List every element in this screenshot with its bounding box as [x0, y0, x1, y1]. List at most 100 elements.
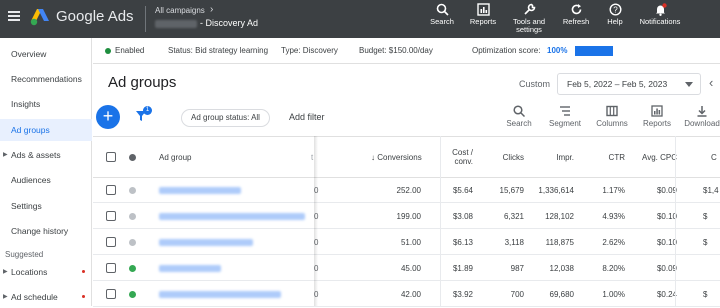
row-status-icon[interactable] — [129, 239, 136, 246]
table-row[interactable]: 0 51.00 $6.13 3,118 118,875 2.62% $0.10 … — [93, 230, 720, 255]
column-header-ad-group[interactable]: Ad group — [159, 153, 191, 162]
clicks-cell: 3,118 — [504, 238, 524, 247]
table-row[interactable]: 0 252.00 $5.64 15,679 1,336,614 1.17% $0… — [93, 178, 720, 203]
brand-name[interactable]: Google Ads — [56, 8, 134, 25]
table-reports-button[interactable]: Reports — [640, 105, 674, 128]
redacted-campaign-prefix — [155, 19, 197, 28]
enabled-status[interactable]: Enabled — [115, 46, 144, 55]
ctr-cell: 1.00% — [602, 290, 625, 299]
sidebar-item-overview[interactable]: Overview — [0, 43, 92, 65]
column-header-ctr[interactable]: CTR — [587, 153, 625, 162]
header-notifications-label: Notifications — [639, 17, 681, 26]
campaign-budget[interactable]: Budget: $150.00/day — [359, 46, 433, 55]
ctr-cell: 4.93% — [602, 212, 625, 221]
header-refresh-button[interactable]: Refresh — [559, 3, 593, 26]
sidebar-item-recommendations[interactable]: Recommendations — [0, 68, 92, 90]
reports-icon — [651, 105, 663, 117]
expand-arrow-icon: ▶ — [3, 294, 8, 300]
ad-group-name-link[interactable] — [159, 213, 305, 220]
filter-count-badge: 1 — [143, 106, 152, 115]
sidebar-item-locations[interactable]: ▶ Locations — [0, 261, 92, 283]
ad-group-name-link[interactable] — [159, 265, 221, 272]
sidebar-item-insights[interactable]: Insights — [0, 93, 92, 115]
ctr-cell: 1.17% — [602, 186, 625, 195]
sidebar-item-ad-schedule[interactable]: ▶ Ad schedule — [0, 286, 92, 308]
table-row[interactable]: 0 42.00 $3.92 700 69,680 1.00% $0.24 $ — [93, 282, 720, 307]
column-header-clicks[interactable]: Clicks — [488, 153, 524, 162]
segment-button[interactable]: Segment — [547, 105, 583, 128]
row-status-icon[interactable] — [129, 265, 136, 272]
row-checkbox[interactable] — [106, 185, 116, 195]
status-column-icon[interactable] — [129, 154, 136, 161]
columns-icon — [606, 105, 618, 117]
header-notifications-button[interactable]: Notifications — [635, 3, 685, 26]
row-status-icon[interactable] — [129, 213, 136, 220]
sidebar-item-label: Change history — [11, 226, 69, 236]
reports-icon — [476, 3, 490, 16]
ad-group-name-link[interactable] — [159, 239, 253, 246]
row-checkbox[interactable] — [106, 237, 116, 247]
conversions-cell: 45.00 — [400, 264, 421, 273]
row-checkbox[interactable] — [106, 263, 116, 273]
cost-cell: $1,4 — [703, 186, 719, 195]
sidebar-item-audiences[interactable]: Audiences — [0, 169, 92, 191]
column-header-label: Conversions — [377, 153, 422, 162]
column-header-label: conv. — [454, 157, 473, 166]
sidebar-item-change-history[interactable]: Change history — [0, 220, 92, 242]
sidebar-item-label: Locations — [11, 267, 48, 277]
sidebar-item-label: Ad schedule — [11, 292, 58, 302]
table-row[interactable]: 0 45.00 $1.89 987 12,038 8.20% $0.09 — [93, 256, 720, 281]
row-status-icon[interactable] — [129, 291, 136, 298]
add-filter-button[interactable]: Add filter — [289, 112, 325, 122]
column-divider — [675, 136, 676, 306]
breadcrumb-all-campaigns[interactable]: All campaigns — [155, 6, 205, 15]
ad-group-name-link[interactable] — [159, 187, 241, 194]
row-status-icon[interactable] — [129, 187, 136, 194]
optimization-score-value[interactable]: 100% — [547, 46, 567, 55]
sidebar-item-settings[interactable]: Settings — [0, 195, 92, 217]
columns-button[interactable]: Columns — [594, 105, 630, 128]
refresh-icon — [571, 4, 581, 15]
menu-icon[interactable] — [8, 11, 20, 21]
row-checkbox[interactable] — [106, 289, 116, 299]
column-header-conversions[interactable]: ↓ Conversions — [371, 153, 422, 162]
header-reports-button[interactable]: Reports — [467, 3, 499, 26]
header-tools-button[interactable]: Tools and settings — [508, 3, 550, 34]
column-header-cost-per-conv[interactable]: Cost / conv. — [433, 148, 473, 166]
cost-cell: $ — [703, 290, 708, 299]
header-search-label: Search — [430, 17, 454, 26]
row-checkbox[interactable] — [106, 211, 116, 221]
avg-cpc-cell: $0.09 — [656, 186, 677, 195]
column-header-avg-cpc[interactable]: Avg. CPC — [637, 153, 677, 162]
table-search-button[interactable]: Search — [503, 105, 535, 128]
clicks-cell: 6,321 — [503, 212, 524, 221]
dropdown-caret-icon — [685, 82, 693, 87]
column-header-cost[interactable]: C — [711, 153, 717, 162]
date-range-value: Feb 5, 2022 – Feb 5, 2023 — [567, 79, 668, 89]
sidebar-item-ads-assets[interactable]: ▶ Ads & assets — [0, 144, 92, 166]
sidebar-item-label: Overview — [11, 49, 47, 59]
select-all-checkbox[interactable] — [106, 152, 116, 162]
add-ad-group-button[interactable]: + — [96, 105, 120, 129]
table-search-label: Search — [506, 119, 532, 128]
column-header-truncated: t — [311, 153, 314, 162]
previous-period-chevron-icon[interactable]: ‹ — [709, 75, 713, 90]
header-help-button[interactable]: ? Help — [602, 3, 628, 26]
campaign-selector[interactable]: - Discovery Ad — [155, 18, 258, 28]
column-header-impressions[interactable]: Impr. — [537, 153, 574, 162]
header-search-button[interactable]: Search — [428, 3, 456, 26]
table-row[interactable]: 0 199.00 $3.08 6,321 128,102 4.93% $0.10… — [93, 204, 720, 229]
clicks-cell: 15,679 — [499, 186, 524, 195]
impressions-cell: 69,680 — [549, 290, 574, 299]
download-button[interactable]: Download — [684, 105, 720, 128]
conversions-cell: 51.00 — [400, 238, 421, 247]
date-range-picker[interactable]: Feb 5, 2022 – Feb 5, 2023 — [557, 73, 701, 95]
avg-cpc-cell: $0.10 — [656, 212, 677, 221]
header-refresh-label: Refresh — [562, 17, 590, 26]
conversions-cell: 199.00 — [396, 212, 421, 221]
sidebar-item-ad-groups[interactable]: Ad groups — [0, 119, 92, 141]
ad-group-name-link[interactable] — [159, 291, 281, 298]
table-header: Ad group t ↓ Conversions Cost / conv. Cl… — [93, 136, 720, 178]
google-ads-logo-icon[interactable] — [30, 8, 50, 26]
ad-group-status-filter-chip[interactable]: Ad group status: All — [181, 109, 270, 127]
